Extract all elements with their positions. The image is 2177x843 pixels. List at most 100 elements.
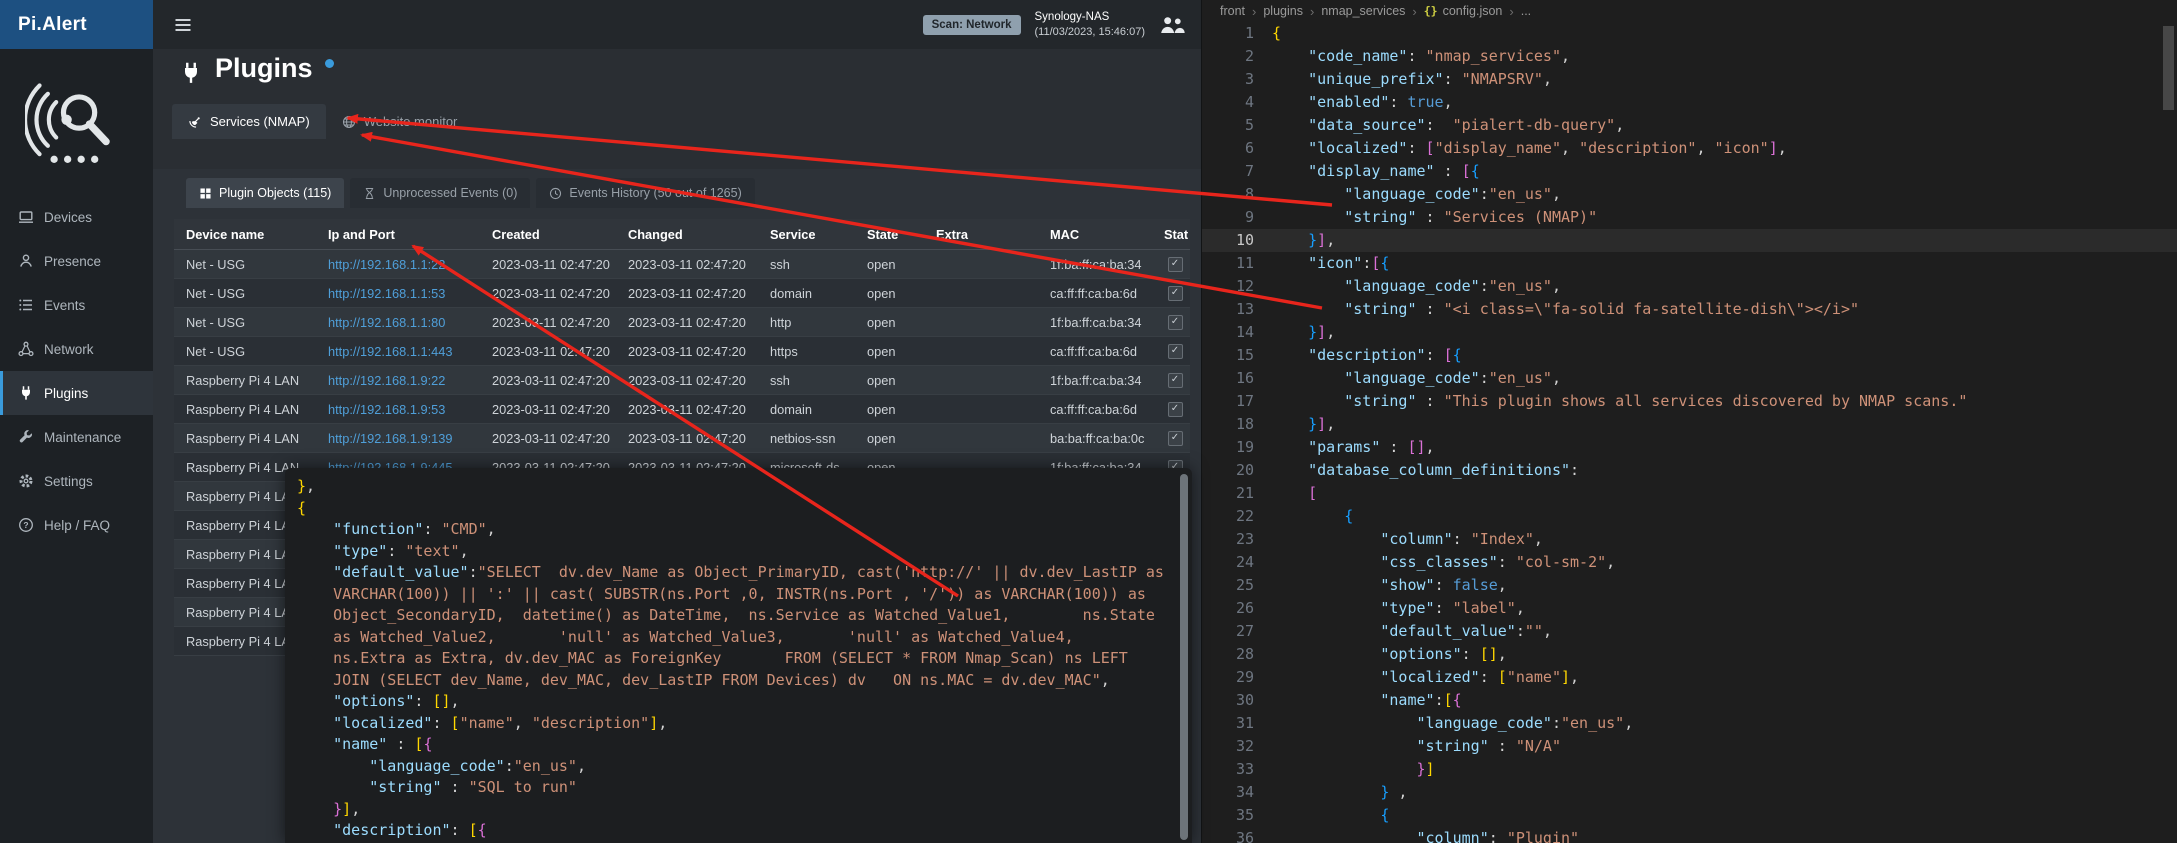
hamburger-menu-icon[interactable] bbox=[173, 15, 193, 35]
editor-scrollbar[interactable] bbox=[2163, 26, 2174, 110]
code-line-16: }], bbox=[297, 799, 1174, 821]
sidebar: Devices Presence EventsNetwork Plugins Maint… bbox=[0, 49, 153, 843]
column-header-ip-and-port[interactable]: Ip and Port bbox=[316, 219, 480, 250]
line-number: 10 bbox=[1202, 229, 1254, 252]
cell-extra bbox=[924, 337, 1038, 366]
breadcrumb-item-plugins[interactable]: plugins bbox=[1263, 4, 1303, 18]
sidebar-item-plugins[interactable]: Plugins bbox=[0, 371, 153, 415]
line-number: 12 bbox=[1202, 275, 1254, 298]
code-line-14: 14 }], bbox=[1202, 321, 2177, 344]
code-line-text: Object_SecondaryID, datetime() as DateTi… bbox=[297, 606, 1155, 624]
subtab-events-history-50-out-of-1265[interactable]: Events History (50 out of 1265) bbox=[536, 178, 754, 208]
code-line-text: "params" : [], bbox=[1272, 436, 1435, 459]
ip-port-link[interactable]: http://192.168.1.1:443 bbox=[328, 344, 453, 359]
line-number: 32 bbox=[1202, 735, 1254, 758]
app-brand[interactable]: Pi.Alert bbox=[0, 0, 153, 49]
subtab-unprocessed-events-0[interactable]: Unprocessed Events (0) bbox=[350, 178, 530, 208]
cell-created: 2023-03-11 02:47:20 bbox=[480, 424, 616, 453]
line-number: 7 bbox=[1202, 160, 1254, 183]
cell-device: Raspberry Pi 4 LAN bbox=[174, 424, 316, 453]
users-icon[interactable] bbox=[1159, 14, 1185, 36]
plugin-tabs: Services (NMAP)Website monitor bbox=[172, 104, 473, 139]
code-line-4: "type": "text", bbox=[297, 541, 1174, 563]
overlay-scrollbar[interactable] bbox=[1180, 474, 1188, 840]
ip-port-link[interactable]: http://192.168.1.9:22 bbox=[328, 373, 445, 388]
cell-service: domain bbox=[758, 279, 855, 308]
breadcrumb-separator: › bbox=[1252, 4, 1256, 19]
tab-website-monitor[interactable]: Website monitor bbox=[326, 104, 474, 139]
editor-code-area[interactable]: 1{2 "code_name": "nmap_services",3 "uniq… bbox=[1202, 22, 2177, 843]
column-header-stat[interactable]: Stat bbox=[1160, 219, 1190, 250]
code-line-13: 13 "string" : "<i class=\"fa-solid fa-sa… bbox=[1202, 298, 2177, 321]
code-line-10: JOIN (SELECT dev_Name, dev_MAC, dev_Last… bbox=[297, 670, 1174, 692]
sidebar-item-network[interactable]: Network bbox=[0, 327, 153, 371]
ip-port-link[interactable]: http://192.168.1.1:80 bbox=[328, 315, 445, 330]
globe-icon bbox=[342, 115, 356, 129]
line-number: 29 bbox=[1202, 666, 1254, 689]
cell-state: open bbox=[855, 395, 924, 424]
cell-device: Raspberry Pi 4 LAN bbox=[174, 366, 316, 395]
subtab-plugin-objects-115[interactable]: Plugin Objects (115) bbox=[186, 178, 344, 208]
cell-service: ssh bbox=[758, 250, 855, 279]
ip-port-link[interactable]: http://192.168.1.9:139 bbox=[328, 431, 453, 446]
row-checkbox[interactable]: ✓ bbox=[1168, 402, 1183, 417]
ip-port-link[interactable]: http://192.168.1.1:53 bbox=[328, 286, 445, 301]
breadcrumb-separator: › bbox=[1310, 4, 1314, 19]
column-header-state[interactable]: State bbox=[855, 219, 924, 250]
config-code-overlay[interactable]: },{ "function": "CMD", "type": "text", "… bbox=[285, 468, 1192, 843]
code-line-text: "column": "Plugin" bbox=[1272, 827, 1579, 843]
line-number: 17 bbox=[1202, 390, 1254, 413]
code-line-text: "unique_prefix": "NMAPSRV", bbox=[1272, 68, 1552, 91]
cell-status: ✓ bbox=[1160, 308, 1190, 337]
tab-services-nmap[interactable]: Services (NMAP) bbox=[172, 104, 326, 139]
breadcrumb-item-[interactable]: ... bbox=[1521, 4, 1531, 18]
code-line-text: "language_code":"en_us", bbox=[1272, 367, 1561, 390]
line-number: 19 bbox=[1202, 436, 1254, 459]
title-badge-dot bbox=[325, 59, 334, 68]
line-number: 26 bbox=[1202, 597, 1254, 620]
column-header-mac[interactable]: MAC bbox=[1038, 219, 1160, 250]
row-checkbox[interactable]: ✓ bbox=[1168, 373, 1183, 388]
breadcrumb-item-front[interactable]: front bbox=[1220, 4, 1245, 18]
network-icon bbox=[18, 341, 34, 357]
sidebar-item-maintenance[interactable]: Maintenance bbox=[0, 415, 153, 459]
column-header-service[interactable]: Service bbox=[758, 219, 855, 250]
code-line-text: "string" : "SQL to run" bbox=[297, 778, 577, 796]
row-checkbox[interactable]: ✓ bbox=[1168, 257, 1183, 272]
code-editor: front›plugins›nmap_services›{}config.jso… bbox=[1201, 0, 2177, 843]
table-row: Raspberry Pi 4 LANhttp://192.168.1.9:532… bbox=[174, 395, 1190, 424]
line-number: 8 bbox=[1202, 183, 1254, 206]
sidebar-item-label: Maintenance bbox=[44, 430, 121, 445]
breadcrumb-item-config-json[interactable]: {}config.json bbox=[1424, 4, 1503, 18]
column-header-changed[interactable]: Changed bbox=[616, 219, 758, 250]
code-line-5: "default_value":"SELECT dv.dev_Name as O… bbox=[297, 562, 1174, 584]
cell-changed: 2023-03-11 02:47:20 bbox=[616, 250, 758, 279]
ip-port-link[interactable]: http://192.168.1.1:22 bbox=[328, 257, 445, 272]
sidebar-item-settings[interactable]: Settings bbox=[0, 459, 153, 503]
row-checkbox[interactable]: ✓ bbox=[1168, 431, 1183, 446]
row-checkbox[interactable]: ✓ bbox=[1168, 315, 1183, 330]
svg-text:?: ? bbox=[23, 520, 28, 530]
line-number: 6 bbox=[1202, 137, 1254, 160]
row-checkbox[interactable]: ✓ bbox=[1168, 286, 1183, 301]
cell-created: 2023-03-11 02:47:20 bbox=[480, 337, 616, 366]
column-header-extra[interactable]: Extra bbox=[924, 219, 1038, 250]
line-number: 15 bbox=[1202, 344, 1254, 367]
events-icon bbox=[18, 297, 34, 313]
sidebar-item-label: Plugins bbox=[44, 386, 88, 401]
sidebar-item-presence[interactable]: Presence bbox=[0, 239, 153, 283]
column-header-created[interactable]: Created bbox=[480, 219, 616, 250]
line-number: 4 bbox=[1202, 91, 1254, 114]
sidebar-item-events[interactable]: Events bbox=[0, 283, 153, 327]
row-checkbox[interactable]: ✓ bbox=[1168, 344, 1183, 359]
line-number: 31 bbox=[1202, 712, 1254, 735]
ip-port-link[interactable]: http://192.168.1.9:53 bbox=[328, 402, 445, 417]
sidebar-item-label: Presence bbox=[44, 254, 101, 269]
cell-state: open bbox=[855, 250, 924, 279]
column-header-device-name[interactable]: Device name bbox=[174, 219, 316, 250]
code-line-text: "code_name": "nmap_services", bbox=[1272, 45, 1570, 68]
sidebar-item-help-faq[interactable]: ?Help / FAQ bbox=[0, 503, 153, 547]
sidebar-item-devices[interactable]: Devices bbox=[0, 195, 153, 239]
code-line-text: } , bbox=[1272, 781, 1407, 804]
breadcrumb-item-nmap-services[interactable]: nmap_services bbox=[1321, 4, 1405, 18]
